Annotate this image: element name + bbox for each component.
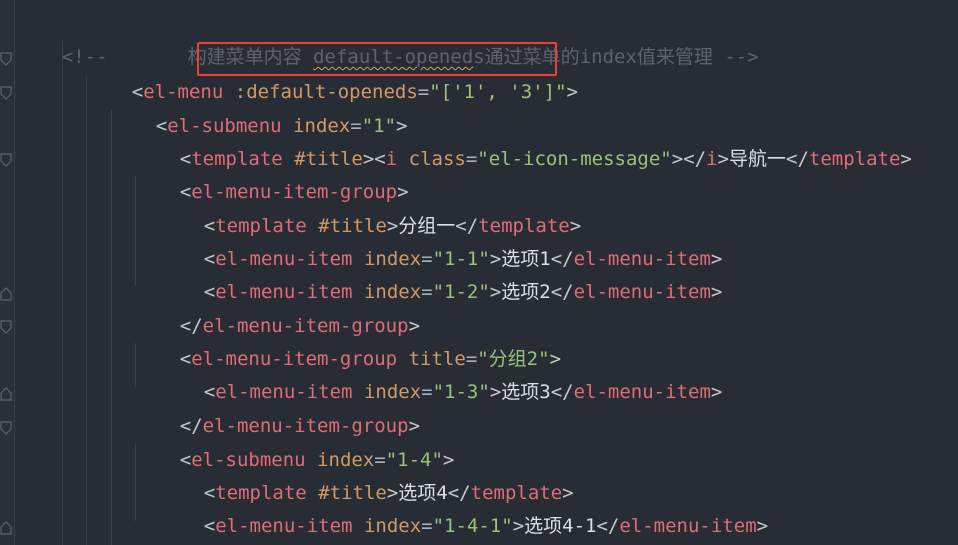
- tag-name: template: [808, 148, 901, 170]
- indent-guide: [62, 40, 63, 545]
- attribute-value: "1-3": [432, 381, 490, 403]
- attribute-value: "1-2": [432, 281, 490, 303]
- attribute-value: "1-4-1": [432, 515, 513, 537]
- fold-end-marker-icon[interactable]: [0, 287, 12, 301]
- attribute-name: index: [363, 515, 422, 537]
- code-line-comment[interactable]: <!-- 构建菜单内容 default-openeds通过菜单的index值来管…: [16, 8, 759, 68]
- tag-name: el-menu-item: [619, 515, 757, 537]
- attribute-value: "['1', '3']": [429, 81, 567, 103]
- code-line-close-el-menu-item-group[interactable]: </el-menu-item-group>: [134, 377, 420, 437]
- code-line-el-menu-item-group[interactable]: <el-menu-item-group title="分组2">: [134, 310, 561, 370]
- code-line-close-el-menu-item-group[interactable]: </el-menu-item-group>: [134, 277, 420, 337]
- code-line-el-menu-item[interactable]: <el-menu-item index="1-4-1">选项4-1</el-me…: [158, 477, 768, 537]
- code-line-el-submenu[interactable]: <el-submenu index="1">: [110, 77, 408, 137]
- tag-name: el-menu-item: [573, 381, 711, 403]
- comment-close: -->: [724, 46, 759, 68]
- code-line-el-menu-item[interactable]: <el-menu-item index="1-2">选项2</el-menu-i…: [158, 243, 723, 303]
- text-content: 选项2: [501, 281, 551, 303]
- code-line-el-menu-item-group[interactable]: <el-menu-item-group>: [134, 143, 409, 203]
- attribute-name: class: [408, 148, 466, 170]
- fold-marker-icon[interactable]: [0, 52, 12, 66]
- code-line-el-menu-item[interactable]: <el-menu-item index="1-1">选项1</el-menu-i…: [158, 210, 723, 270]
- indent-guide: [86, 76, 87, 545]
- code-line-el-menu-item[interactable]: <el-menu-item index="1-3">选项3</el-menu-i…: [158, 343, 723, 403]
- text-content: 选项3: [501, 381, 551, 403]
- attribute-value: "el-icon-message": [477, 148, 672, 170]
- fold-end-marker-icon[interactable]: [0, 521, 12, 535]
- code-line-template-title[interactable]: <template #title><i class="el-icon-messa…: [134, 110, 912, 170]
- comment-word: index: [579, 46, 637, 68]
- code-line-el-submenu[interactable]: <el-submenu index="1-4">: [134, 411, 455, 471]
- comment-text: 值来管理: [636, 46, 725, 68]
- fold-end-marker-icon[interactable]: [0, 387, 12, 401]
- fold-gutter: [0, 0, 15, 545]
- fold-marker-icon[interactable]: [0, 86, 12, 100]
- fold-marker-icon[interactable]: [0, 320, 12, 334]
- tag-name: el-menu-item: [573, 281, 711, 303]
- tag-name: i: [706, 148, 718, 170]
- text-content: 导航一: [728, 148, 786, 170]
- code-editor[interactable]: <!-- 构建菜单内容 default-openeds通过菜单的index值来管…: [0, 0, 958, 545]
- code-line-template-title[interactable]: <template #title>分组一</template>: [158, 177, 581, 237]
- annotation-highlight-box: [197, 42, 557, 76]
- code-line-close-el-submenu[interactable]: </el-submenu>: [134, 511, 329, 544]
- fold-marker-icon[interactable]: [0, 421, 12, 435]
- fold-marker-icon[interactable]: [0, 153, 12, 167]
- code-line-template-title[interactable]: <template #title>选项4</template>: [158, 444, 574, 504]
- text-content: 选项4-1: [524, 515, 597, 537]
